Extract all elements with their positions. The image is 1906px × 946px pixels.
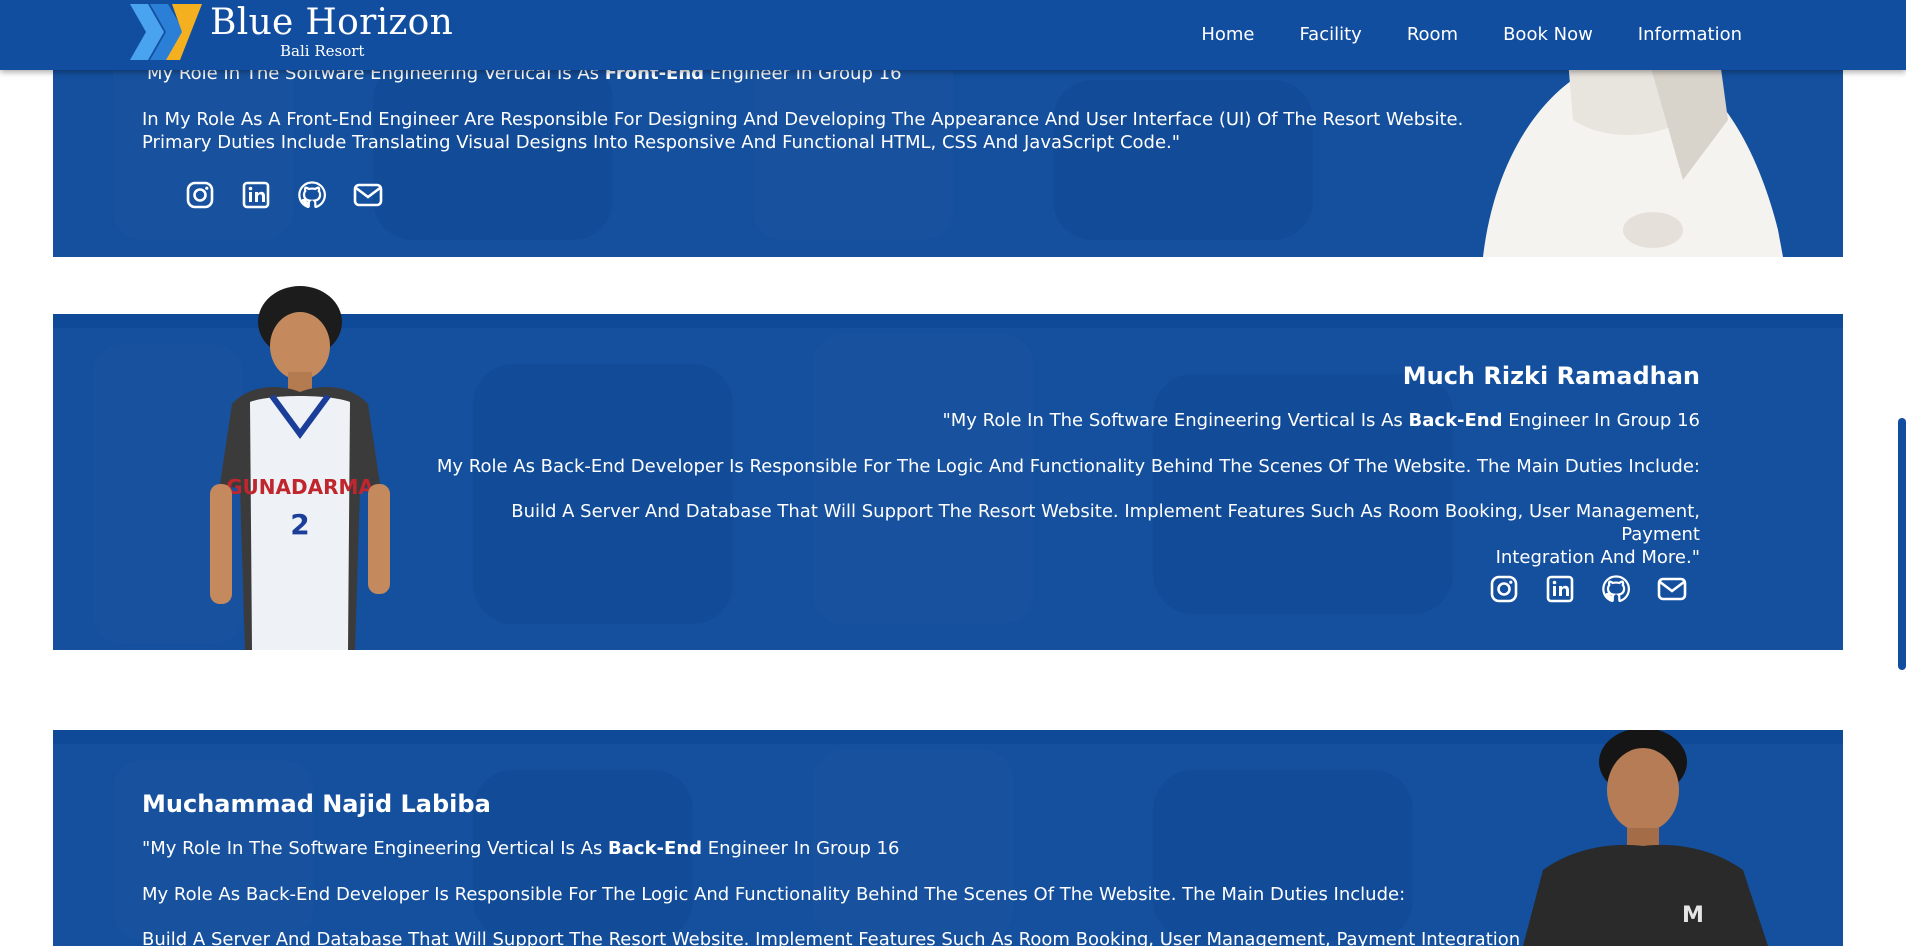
- email-link[interactable]: [1644, 572, 1700, 606]
- github-link[interactable]: [1588, 572, 1644, 606]
- github-link[interactable]: [284, 178, 340, 212]
- nav-room[interactable]: Room: [1407, 24, 1458, 45]
- instagram-icon: [186, 181, 214, 209]
- svg-text:2: 2: [290, 508, 309, 541]
- social-links: [172, 178, 396, 212]
- github-icon: [298, 181, 326, 209]
- blue-horizon-logo-icon: [130, 4, 202, 60]
- member-photo: M: [1523, 730, 1768, 946]
- nav-facility[interactable]: Facility: [1299, 24, 1361, 45]
- svg-text:M: M: [1682, 903, 1704, 928]
- member-description: In My Role As A Front-End Engineer Are R…: [142, 109, 1464, 153]
- mail-icon: [353, 183, 383, 207]
- member-duties: Build A Server And Database That Will Su…: [511, 501, 1700, 568]
- member-photo: GUNADARMA 2: [210, 286, 390, 650]
- linkedin-icon: [242, 181, 270, 209]
- svg-text:GUNADARMA: GUNADARMA: [226, 475, 374, 499]
- brand-logo[interactable]: Blue Horizon Bali Resort: [128, 2, 453, 62]
- scrollbar-thumb[interactable]: [1898, 418, 1906, 670]
- github-icon: [1602, 575, 1630, 603]
- member-duties: Build A Server And Database That Will Su…: [142, 929, 1562, 946]
- member-role: "My Role In The Software Engineering Ver…: [942, 410, 1700, 431]
- member-name: Muchammad Najid Labiba: [142, 790, 491, 818]
- linkedin-link[interactable]: [228, 178, 284, 212]
- member-role: "My Role In The Software Engineering Ver…: [142, 838, 900, 859]
- social-links: [1476, 572, 1700, 606]
- nav-book-now[interactable]: Book Now: [1503, 24, 1593, 45]
- member-description: My Role As Back-End Developer Is Respons…: [436, 456, 1700, 477]
- main-nav: Home Facility Room Book Now Information: [1156, 0, 1742, 68]
- linkedin-link[interactable]: [1532, 572, 1588, 606]
- brand-subtitle: Bali Resort: [280, 42, 365, 60]
- member-card-backend-2: Muchammad Najid Labiba "My Role In The S…: [53, 730, 1843, 946]
- instagram-link[interactable]: [172, 178, 228, 212]
- linkedin-icon: [1546, 575, 1574, 603]
- instagram-link[interactable]: [1476, 572, 1532, 606]
- nav-information[interactable]: Information: [1638, 24, 1742, 45]
- nav-home[interactable]: Home: [1201, 24, 1254, 45]
- mail-icon: [1657, 577, 1687, 601]
- instagram-icon: [1490, 575, 1518, 603]
- brand-title: Blue Horizon: [210, 2, 454, 43]
- email-link[interactable]: [340, 178, 396, 212]
- navbar: Blue Horizon Bali Resort Home Facility R…: [0, 0, 1906, 70]
- member-name: Much Rizki Ramadhan: [1402, 362, 1700, 390]
- member-description: My Role As Back-End Developer Is Respons…: [142, 884, 1406, 905]
